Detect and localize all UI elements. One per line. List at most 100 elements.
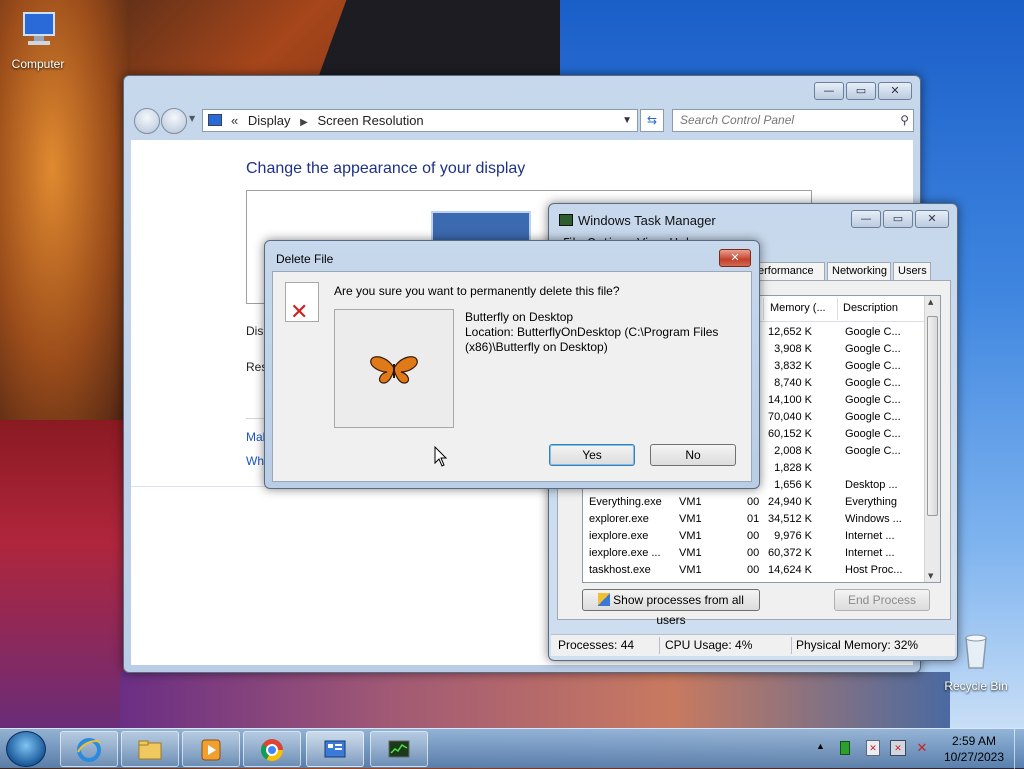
cell-user: VM1 xyxy=(679,496,702,508)
taskbar-file-explorer[interactable] xyxy=(121,731,179,767)
confirm-question: Are you sure you want to permanently del… xyxy=(334,284,620,298)
end-process-button[interactable]: End Process xyxy=(834,589,930,611)
cell-description: Google C... xyxy=(845,343,901,355)
desktop-icon-computer[interactable]: Computer xyxy=(0,10,76,71)
table-row[interactable]: iexplore.exe ... VM1 00 60,372 K Internet ..… xyxy=(583,545,924,562)
clock[interactable]: 2:59 AM 10/27/2023 xyxy=(934,733,1014,765)
clock-date: 10/27/2023 xyxy=(943,750,1005,764)
show-desktop-button[interactable] xyxy=(1014,729,1024,769)
column-memory[interactable]: Memory (... xyxy=(770,302,826,314)
forward-button[interactable] xyxy=(161,108,187,134)
cell-user: VM1 xyxy=(679,530,702,542)
cell-description: Google C... xyxy=(845,377,901,389)
cell-memory: 34,512 K xyxy=(767,513,812,525)
show-hidden-icons-icon[interactable]: ▲ xyxy=(816,741,825,751)
tab-performance[interactable]: erformance xyxy=(753,262,825,280)
address-bar[interactable]: « Display ▶ Screen Resolution ▼ xyxy=(202,109,638,132)
volume-muted-icon[interactable]: ✕ xyxy=(914,740,930,756)
link-what-settings[interactable]: Wh xyxy=(246,454,264,468)
maximize-button[interactable]: ▭ xyxy=(883,210,913,228)
taskbar-task-manager[interactable] xyxy=(370,731,428,767)
minimize-button[interactable]: — xyxy=(814,82,844,100)
cell-description: Internet ... xyxy=(845,530,895,542)
breadcrumb-display[interactable]: Display xyxy=(248,113,291,128)
control-panel-icon xyxy=(208,114,222,126)
show-all-users-button[interactable]: Show processes from all users xyxy=(582,589,760,627)
table-row[interactable]: taskhost.exe VM1 00 14,624 K Host Proc... xyxy=(583,562,924,579)
cell-memory: 2,008 K xyxy=(774,445,812,457)
taskbar: ▲ ✕ ✕ ✕ 2:59 AM 10/27/2023 xyxy=(0,728,1024,769)
search-input[interactable]: Search Control Panel ⚲ xyxy=(672,109,914,132)
close-button[interactable]: ✕ xyxy=(719,249,751,267)
chrome-icon xyxy=(261,739,283,761)
window-title: Windows Task Manager xyxy=(559,213,716,228)
cell-memory: 3,908 K xyxy=(774,343,812,355)
file-location: Location: ButterflyOnDesktop (C:\Program… xyxy=(465,325,719,354)
minimize-button[interactable]: — xyxy=(851,210,881,228)
wallpaper-red xyxy=(0,420,130,728)
control-panel-icon xyxy=(324,740,346,758)
network-icon[interactable]: ✕ xyxy=(890,740,906,756)
taskbar-control-panel[interactable] xyxy=(306,731,364,767)
column-description[interactable]: Description xyxy=(843,302,898,314)
back-button[interactable] xyxy=(134,108,160,134)
tab-users[interactable]: Users xyxy=(893,262,931,280)
status-memory: Physical Memory: 32% xyxy=(796,638,919,652)
folder-icon xyxy=(138,740,162,760)
cell-user: VM1 xyxy=(679,547,702,559)
action-center-icon[interactable]: ✕ xyxy=(866,740,880,756)
breadcrumb-screen-resolution[interactable]: Screen Resolution xyxy=(317,113,423,128)
address-dropdown-icon[interactable]: ▼ xyxy=(622,110,632,131)
cell-memory: 24,940 K xyxy=(767,496,812,508)
close-button[interactable]: ✕ xyxy=(878,82,912,100)
cell-cpu: 00 xyxy=(747,547,760,559)
recycle-bin-icon xyxy=(965,634,987,669)
tray-green-icon[interactable] xyxy=(840,741,850,755)
yes-button[interactable]: Yes xyxy=(549,444,635,466)
no-button[interactable]: No xyxy=(650,444,736,466)
refresh-icon[interactable]: ⇆ xyxy=(640,109,664,132)
task-manager-icon xyxy=(559,214,573,226)
cell-description: Google C... xyxy=(845,411,901,423)
cell-description: Desktop ... xyxy=(845,479,898,491)
task-manager-icon xyxy=(388,740,410,758)
cell-memory: 14,100 K xyxy=(767,394,812,406)
cell-description: Google C... xyxy=(845,326,901,338)
taskbar-internet-explorer[interactable] xyxy=(60,731,118,767)
taskbar-chrome[interactable] xyxy=(243,731,301,767)
cell-description: Everything xyxy=(845,496,897,508)
page-title: Change the appearance of your display xyxy=(246,160,526,177)
scroll-down-icon[interactable]: ▼ xyxy=(928,572,933,580)
show-all-users-label: Show processes from all users xyxy=(613,593,744,627)
search-placeholder: Search Control Panel xyxy=(680,113,795,127)
table-row[interactable]: Everything.exe VM1 00 24,940 K Everything xyxy=(583,494,924,511)
taskbar-media-player[interactable] xyxy=(182,731,240,767)
cell-memory: 1,656 K xyxy=(774,479,812,491)
cell-image: explorer.exe xyxy=(589,513,649,525)
maximize-button[interactable]: ▭ xyxy=(846,82,876,100)
tab-networking[interactable]: Networking xyxy=(827,262,891,280)
breadcrumb-arrow-icon[interactable]: ▶ xyxy=(300,117,308,128)
table-row[interactable]: iexplore.exe VM1 00 9,976 K Internet ... xyxy=(583,528,924,545)
start-button[interactable] xyxy=(6,731,46,767)
table-row[interactable]: explorer.exe VM1 01 34,512 K Windows ... xyxy=(583,511,924,528)
search-icon[interactable]: ⚲ xyxy=(900,110,909,131)
cell-description: Internet ... xyxy=(845,547,895,559)
cell-cpu: 00 xyxy=(747,564,760,576)
scroll-thumb[interactable] xyxy=(927,316,938,516)
clock-time: 2:59 AM xyxy=(951,734,997,748)
file-thumbnail xyxy=(334,309,454,428)
scroll-up-icon[interactable]: ▲ xyxy=(928,298,933,306)
desktop-icon-label: Computer xyxy=(11,57,65,71)
delete-file-icon: ✕ xyxy=(285,282,319,324)
close-button[interactable]: ✕ xyxy=(915,210,949,228)
cell-memory: 3,832 K xyxy=(774,360,812,372)
scrollbar[interactable]: ▲ ▼ xyxy=(924,296,940,582)
file-info: Butterfly on Desktop Location: Butterfly… xyxy=(465,310,735,355)
cell-user: VM1 xyxy=(679,564,702,576)
link-make-text-larger[interactable]: Mal xyxy=(246,430,265,444)
cell-memory: 60,372 K xyxy=(767,547,812,559)
history-dropdown-icon[interactable]: ▼ xyxy=(189,114,195,123)
cell-cpu: 01 xyxy=(747,513,760,525)
cell-description: Google C... xyxy=(845,445,901,457)
